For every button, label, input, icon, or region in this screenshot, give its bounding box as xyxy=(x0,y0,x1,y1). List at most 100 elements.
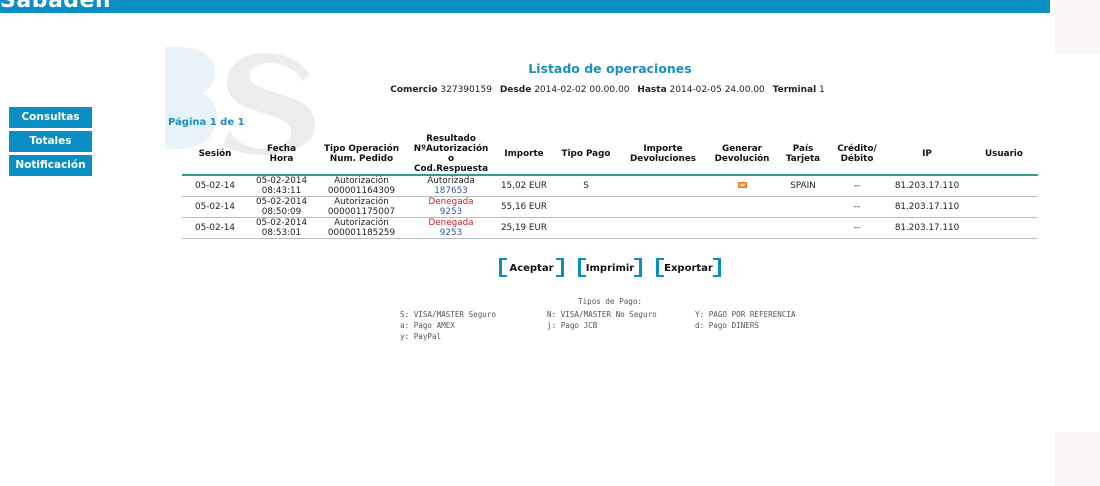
cell-credito: -- xyxy=(830,217,884,239)
cell-resultado: Denegada 9253 xyxy=(408,196,494,218)
col-importe: Importe xyxy=(494,134,554,176)
generar-devolucion-icon[interactable] xyxy=(737,182,747,188)
button-corner xyxy=(499,275,507,277)
cell-sesion: 05-02-14 xyxy=(182,175,248,197)
col-tipo-label: Tipo Operación xyxy=(324,144,399,154)
col-sesion: Sesión xyxy=(182,134,248,176)
col-importe-devoluciones: Importe Devoluciones xyxy=(618,134,708,176)
col-ip: IP xyxy=(884,134,970,176)
sidebar-item-totales[interactable]: Totales xyxy=(9,131,92,152)
cell-resultado-code[interactable]: 9253 xyxy=(440,228,462,238)
cell-tipo-pago xyxy=(554,217,618,239)
cell-ip: 81.203.17.110 xyxy=(884,175,970,197)
col-fecha-label: Fecha xyxy=(266,144,297,154)
col-pais-label-1: País xyxy=(792,144,814,154)
page-title: Listado de operaciones xyxy=(528,61,692,76)
pagination-label: Página 1 de 1 xyxy=(168,117,245,128)
legend-item: d: Pago DINERS xyxy=(695,321,760,330)
cell-pais xyxy=(776,196,830,218)
cell-ip: 81.203.17.110 xyxy=(884,217,970,239)
col-generar-devolucion: Generar Devolución xyxy=(708,134,776,176)
button-corner xyxy=(713,258,721,260)
cell-fecha-time: 08:50:09 xyxy=(261,207,302,217)
right-edge-panel-top xyxy=(1055,0,1100,54)
cell-credito: -- xyxy=(830,196,884,218)
cell-credito: -- xyxy=(830,175,884,197)
aceptar-button[interactable]: Aceptar xyxy=(499,258,564,277)
sidebar-item-notificacion[interactable]: Notificación xyxy=(9,155,92,176)
cell-resultado-status: Autorizada xyxy=(427,176,475,186)
legend-item: y: PayPal xyxy=(400,332,442,341)
col-generar-label-2: Devolución xyxy=(714,154,770,164)
legend-item: j: Pago JCB xyxy=(547,321,598,330)
cell-resultado-status: Denegada xyxy=(428,197,474,207)
cell-fecha-date: 05-02-2014 xyxy=(255,176,308,186)
col-autorizacion-label: NºAutorización xyxy=(413,144,489,154)
cell-tipo-op: Autorización xyxy=(334,197,389,207)
col-credito-label-2: Débito xyxy=(840,154,874,164)
terminal-label: Terminal xyxy=(772,85,817,95)
cell-pedido: 000001185259 xyxy=(327,228,396,238)
cell-resultado: Denegada 9253 xyxy=(408,217,494,239)
aceptar-button-label: Aceptar xyxy=(509,263,554,274)
right-edge-panel-bottom xyxy=(1055,432,1100,486)
table-row: 05-02-14 05-02-2014 08:50:09 Autorización… xyxy=(182,196,1038,218)
table-row: 05-02-14 05-02-2014 08:53:01 Autorización… xyxy=(182,217,1038,239)
cell-pais: SPAIN xyxy=(776,175,830,197)
table-row: 05-02-14 05-02-2014 08:43:11 Autorización… xyxy=(182,175,1038,197)
filter-summary: Comercio 327390159 Desde 2014-02-02 00.0… xyxy=(330,85,890,95)
cell-usuario xyxy=(970,217,1038,239)
col-tipo-operacion: Tipo Operación Num. Pedido xyxy=(315,134,408,176)
cell-tipo-pago xyxy=(554,196,618,218)
cell-tipo: Autorización 000001164309 xyxy=(315,175,408,197)
legend-item: N: VISA/MASTER No Seguro xyxy=(547,310,657,319)
cell-resultado-code[interactable]: 187653 xyxy=(434,186,468,196)
sidebar-menu: Consultas Totales Notificación xyxy=(9,107,92,179)
legend-item: a: Pago AMEX xyxy=(400,321,455,330)
col-resultado-label: Resultado xyxy=(426,134,476,144)
col-credito-label-1: Crédito/ xyxy=(837,144,877,154)
cell-tipo: Autorización 000001175007 xyxy=(315,196,408,218)
col-resultado: Resultado NºAutorización o Cod.Respuesta xyxy=(408,134,494,176)
exportar-button[interactable]: Exportar xyxy=(656,258,721,277)
cell-resultado-code[interactable]: 9253 xyxy=(440,207,462,217)
cell-fecha: 05-02-2014 08:53:01 xyxy=(248,217,315,239)
imprimir-button-label: Imprimir xyxy=(585,263,635,274)
col-usuario-label: Usuario xyxy=(985,149,1023,159)
cell-sesion: 05-02-14 xyxy=(182,217,248,239)
cell-pedido: 000001175007 xyxy=(327,207,396,217)
cell-fecha-time: 08:43:11 xyxy=(261,186,302,196)
sidebar-item-consultas[interactable]: Consultas xyxy=(9,107,92,128)
cell-devoluciones xyxy=(618,196,708,218)
col-pais-tarjeta: País Tarjeta xyxy=(776,134,830,176)
cell-devoluciones xyxy=(618,175,708,197)
cell-tipo-op: Autorización xyxy=(334,176,389,186)
cell-fecha-date: 05-02-2014 xyxy=(255,218,308,228)
cell-tipo-op: Autorización xyxy=(334,218,389,228)
col-ip-label: IP xyxy=(922,149,932,159)
button-corner xyxy=(634,258,642,260)
operations-table: Sesión Fecha Hora Tipo Operación Num. Pedi… xyxy=(182,134,1038,239)
col-usuario: Usuario xyxy=(970,134,1038,176)
legend-title: Tipos de Pago: xyxy=(578,297,643,306)
sabadell-logo: Sabadell xyxy=(0,0,112,13)
col-codrespuesta-label: o Cod.Respuesta xyxy=(413,154,489,174)
hasta-value: 2014-02-05 24.00.00 xyxy=(669,85,765,95)
cell-pais xyxy=(776,217,830,239)
cell-tipo-pago: S xyxy=(554,175,618,197)
cell-generar xyxy=(708,175,776,197)
cell-generar xyxy=(708,217,776,239)
imprimir-button[interactable]: Imprimir xyxy=(578,258,642,277)
col-pedido-label: Num. Pedido xyxy=(329,154,394,164)
button-corner xyxy=(656,275,664,277)
col-devol-label-2: Devoluciones xyxy=(629,154,697,164)
col-hora-label: Hora xyxy=(269,154,294,164)
cell-devoluciones xyxy=(618,217,708,239)
cell-generar xyxy=(708,196,776,218)
exportar-button-label: Exportar xyxy=(664,263,713,274)
cell-fecha-time: 08:53:01 xyxy=(261,228,302,238)
cell-usuario xyxy=(970,196,1038,218)
button-corner xyxy=(578,275,586,277)
cell-resultado: Autorizada 187653 xyxy=(408,175,494,197)
cell-pedido: 000001164309 xyxy=(327,186,396,196)
